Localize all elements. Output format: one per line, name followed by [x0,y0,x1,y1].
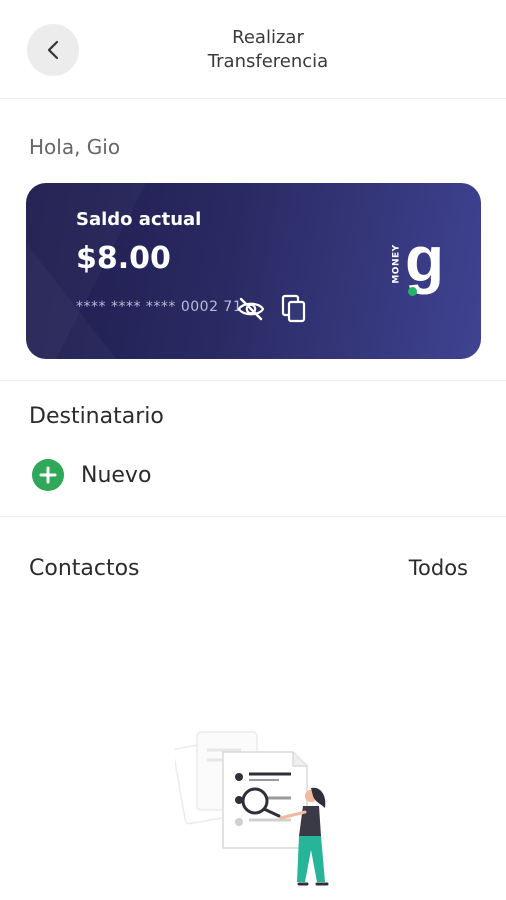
balance-amount: $8.00 [76,241,171,276]
chevron-left-icon [47,40,59,60]
all-contacts-link[interactable]: Todos [409,556,468,580]
section-divider [0,516,506,517]
page-title-line2: Transferencia [207,51,329,72]
plus-circle-icon [32,459,64,491]
balance-label: Saldo actual [76,209,202,230]
page-title: Realizar Transferencia [150,26,386,74]
new-recipient-button[interactable]: Nuevo [32,459,151,491]
logo-word: MONEY [391,244,402,284]
balance-card: Saldo actual $8.00 **** **** **** 0002 7… [26,183,481,359]
transfer-screen: Realizar Transferencia Hola, Gio Saldo a… [0,0,506,900]
page-title-line1: Realizar [232,27,304,48]
recipient-title: Destinatario [29,404,164,429]
app-header: Realizar Transferencia [0,0,506,99]
greeting-text: Hola, Gio [29,135,121,159]
logo-dot [408,287,417,296]
new-recipient-label: Nuevo [81,462,152,488]
empty-contacts-illustration [175,731,329,886]
masked-card-number: **** **** **** 0002 71 [76,299,243,315]
back-button[interactable] [27,24,79,76]
section-divider [0,380,506,381]
copy-icon[interactable] [281,294,307,324]
eye-off-icon[interactable] [237,296,265,322]
money-logo: g MONEY [391,223,461,309]
contacts-title: Contactos [29,556,140,581]
